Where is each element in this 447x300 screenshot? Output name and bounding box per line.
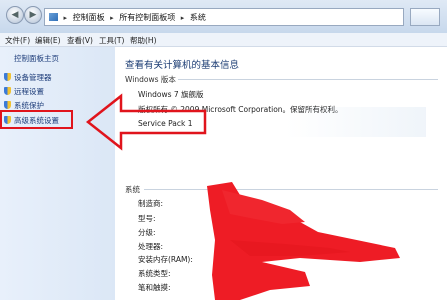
redaction-scribble: [207, 182, 400, 300]
annotation-overlay: [85, 93, 400, 300]
annotation-arrow: [85, 93, 207, 151]
